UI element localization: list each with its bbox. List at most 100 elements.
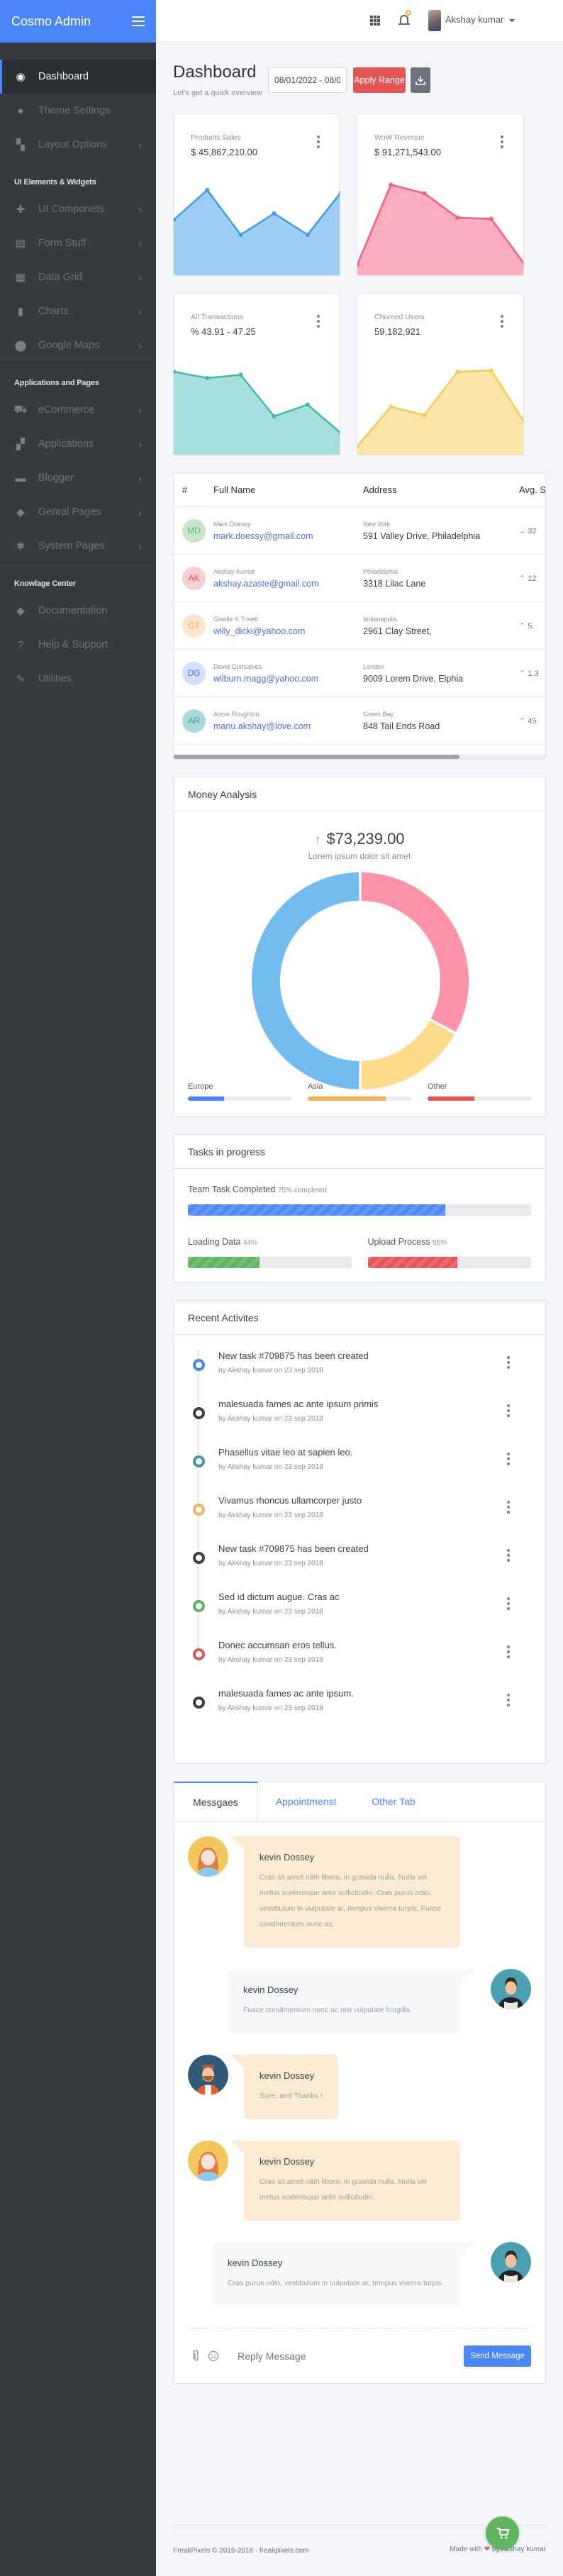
more-options-icon[interactable] [507, 1549, 510, 1562]
sidebar-item-form-stuff[interactable]: ▤ Form Stuff › [0, 226, 156, 260]
brand-bar: Cosmo Admin [0, 0, 156, 43]
activity-meta: by Akshay kumar on 23 sep 2018 [218, 1511, 323, 1519]
row-email-link[interactable]: wilburn.magg@yahoo.com [213, 674, 363, 684]
table-row[interactable]: AK Akshay Kumar akshay.azaste@gmail.com Phi… [174, 555, 545, 602]
sparkline-point[interactable] [489, 216, 494, 221]
upload-progress-fill [367, 1257, 458, 1268]
activity-meta: by Akshay kumar on 23 sep 2018 [218, 1367, 323, 1375]
sparkline-chart [174, 188, 340, 275]
tab-other[interactable]: Other Tab [354, 1782, 433, 1821]
more-options-icon[interactable] [501, 135, 503, 148]
sparkline-point[interactable] [389, 404, 394, 409]
tab-messages[interactable]: Messgaes [174, 1782, 258, 1821]
sidebar-item-dashboard[interactable]: ◉ Dashboard [0, 60, 156, 94]
table-row[interactable]: DG David Gonsalves wilburn.magg@yahoo.com L… [174, 650, 545, 697]
sidebar-item-ecommerce[interactable]: ⛟ eCommerce › [0, 393, 156, 427]
chevron-right-icon: › [138, 272, 142, 283]
more-options-icon[interactable] [317, 315, 320, 328]
activity-meta: by Akshay kumar on 23 sep 2018 [218, 1415, 323, 1423]
reply-message-input[interactable] [238, 2350, 464, 2362]
more-options-icon[interactable] [507, 1694, 510, 1706]
sidebar-item-data-grid[interactable]: ▦ Data Grid › [0, 260, 156, 294]
loading-data-label: Loading Data 44% [188, 1237, 257, 1247]
row-email-link[interactable]: willy_dicki@yahoo.com [213, 626, 363, 636]
sidebar-item-system-pages[interactable]: ✱ System Pages › [0, 529, 156, 563]
message-text: Sure, and Thanks ! [260, 2092, 323, 2100]
sidebar-item-genral-pages[interactable]: ◆ Genral Pages › [0, 495, 156, 529]
more-options-icon[interactable] [501, 315, 503, 328]
sparkline-point[interactable] [455, 370, 460, 374]
donut-slice[interactable] [361, 1020, 455, 1089]
emoji-icon[interactable] [208, 2350, 219, 2362]
sparkline-point[interactable] [422, 191, 427, 196]
sparkline-point[interactable] [272, 414, 277, 418]
apps-icon: ▞ [16, 438, 25, 450]
cart-fab-button[interactable] [486, 2516, 519, 2550]
donut-slice[interactable] [361, 872, 469, 1033]
sparkline-point[interactable] [205, 376, 210, 380]
sidebar-item-help-support[interactable]: ? Help & Support [0, 628, 156, 662]
donut-slice[interactable] [251, 872, 359, 1089]
sparkline-point[interactable] [205, 188, 210, 192]
sparkline-point[interactable] [422, 413, 427, 418]
brand-logo[interactable]: Cosmo Admin [11, 14, 91, 29]
sidebar-item-ui-componets[interactable]: ✚ UI Componets › [0, 192, 156, 226]
activity-item: New task #709875 has been created by Aksh… [188, 1349, 531, 1397]
tab-appointments[interactable]: Appointmenst [258, 1782, 355, 1821]
sparkline-point[interactable] [305, 233, 310, 237]
date-range-input[interactable] [268, 67, 347, 93]
sidebar-item-theme-settings[interactable]: ● Theme Settings [0, 94, 156, 128]
sparkline-point[interactable] [238, 233, 243, 237]
more-options-icon[interactable] [507, 1356, 510, 1369]
top-header: Akshay kumar [156, 0, 563, 43]
more-options-icon[interactable] [507, 1404, 510, 1417]
sidebar-item-google-maps[interactable]: ⬤ Google Maps › [0, 328, 156, 362]
send-message-button[interactable]: Send Message [464, 2345, 531, 2367]
bar-chart-icon: ▮ [17, 306, 24, 318]
message-bubble: kevin Dossey Cras sit amet nibh libero, i… [244, 2141, 460, 2221]
sparkline-chart [357, 368, 523, 455]
more-options-icon[interactable] [317, 135, 320, 148]
user-menu-caret-icon[interactable] [509, 19, 515, 22]
sidebar-item-layout-options[interactable]: ▚ Layout Options › [0, 128, 156, 162]
col-header-number: # [182, 484, 188, 495]
more-options-icon[interactable] [507, 1645, 510, 1658]
timeline-dot-icon [193, 1648, 205, 1660]
sparkline-point[interactable] [455, 216, 460, 220]
sidebar-item-applications[interactable]: ▞ Applications › [0, 427, 156, 461]
sparkline-point[interactable] [272, 211, 277, 216]
sparkline-point[interactable] [389, 182, 394, 187]
row-email-link[interactable]: mark.doessy@gmail.com [213, 531, 363, 541]
apps-grid-icon[interactable] [370, 16, 380, 26]
sparkline-point[interactable] [489, 368, 494, 373]
attachment-icon[interactable] [192, 2350, 201, 2362]
hamburger-menu-icon[interactable] [132, 16, 145, 26]
sidebar-item-charts[interactable]: ▮ Charts › [0, 294, 156, 328]
globe-icon: ◉ [16, 71, 26, 83]
notification-bell-icon[interactable] [398, 10, 411, 27]
row-city: New York [363, 520, 391, 528]
sidebar-item-documentation[interactable]: ◆ Documentation [0, 594, 156, 628]
user-avatar[interactable] [428, 10, 441, 31]
sidebar-item-blogger[interactable]: ▬ Blogger › [0, 461, 156, 495]
user-name[interactable]: Akshay kumar [445, 14, 503, 25]
table-row[interactable]: MD Mark Doessy mark.doessy@gmail.com New Yo… [174, 507, 545, 555]
table-row[interactable]: GT Giselle K Trivett willy_dicki@yahoo.com… [174, 602, 545, 650]
chat-avatar [491, 1969, 531, 2009]
more-options-icon[interactable] [507, 1453, 510, 1465]
more-options-icon[interactable] [507, 1597, 510, 1610]
sidebar: Cosmo Admin ◉ Dashboard ● Theme Settings ▚ La… [0, 0, 156, 2576]
sidebar-item-utilities[interactable]: ✎ Utilities [0, 662, 156, 696]
table-horizontal-scrollbar[interactable] [174, 755, 545, 759]
sparkline-point[interactable] [305, 402, 310, 407]
download-button[interactable] [411, 67, 430, 93]
row-email-link[interactable]: manu.akshay@love.com [213, 721, 363, 731]
timeline-dot-icon [193, 1359, 205, 1371]
row-email-link[interactable]: akshay.azaste@gmail.com [213, 579, 363, 589]
legend-label: Other [428, 1082, 447, 1091]
table-row[interactable]: AR Annie Roughton manu.akshay@love.com Gree… [174, 697, 545, 745]
sparkline-point[interactable] [238, 372, 243, 377]
more-options-icon[interactable] [507, 1501, 510, 1514]
apply-range-button[interactable]: Apply Range [353, 67, 406, 93]
row-address: 3318 Lilac Lane [363, 578, 426, 589]
